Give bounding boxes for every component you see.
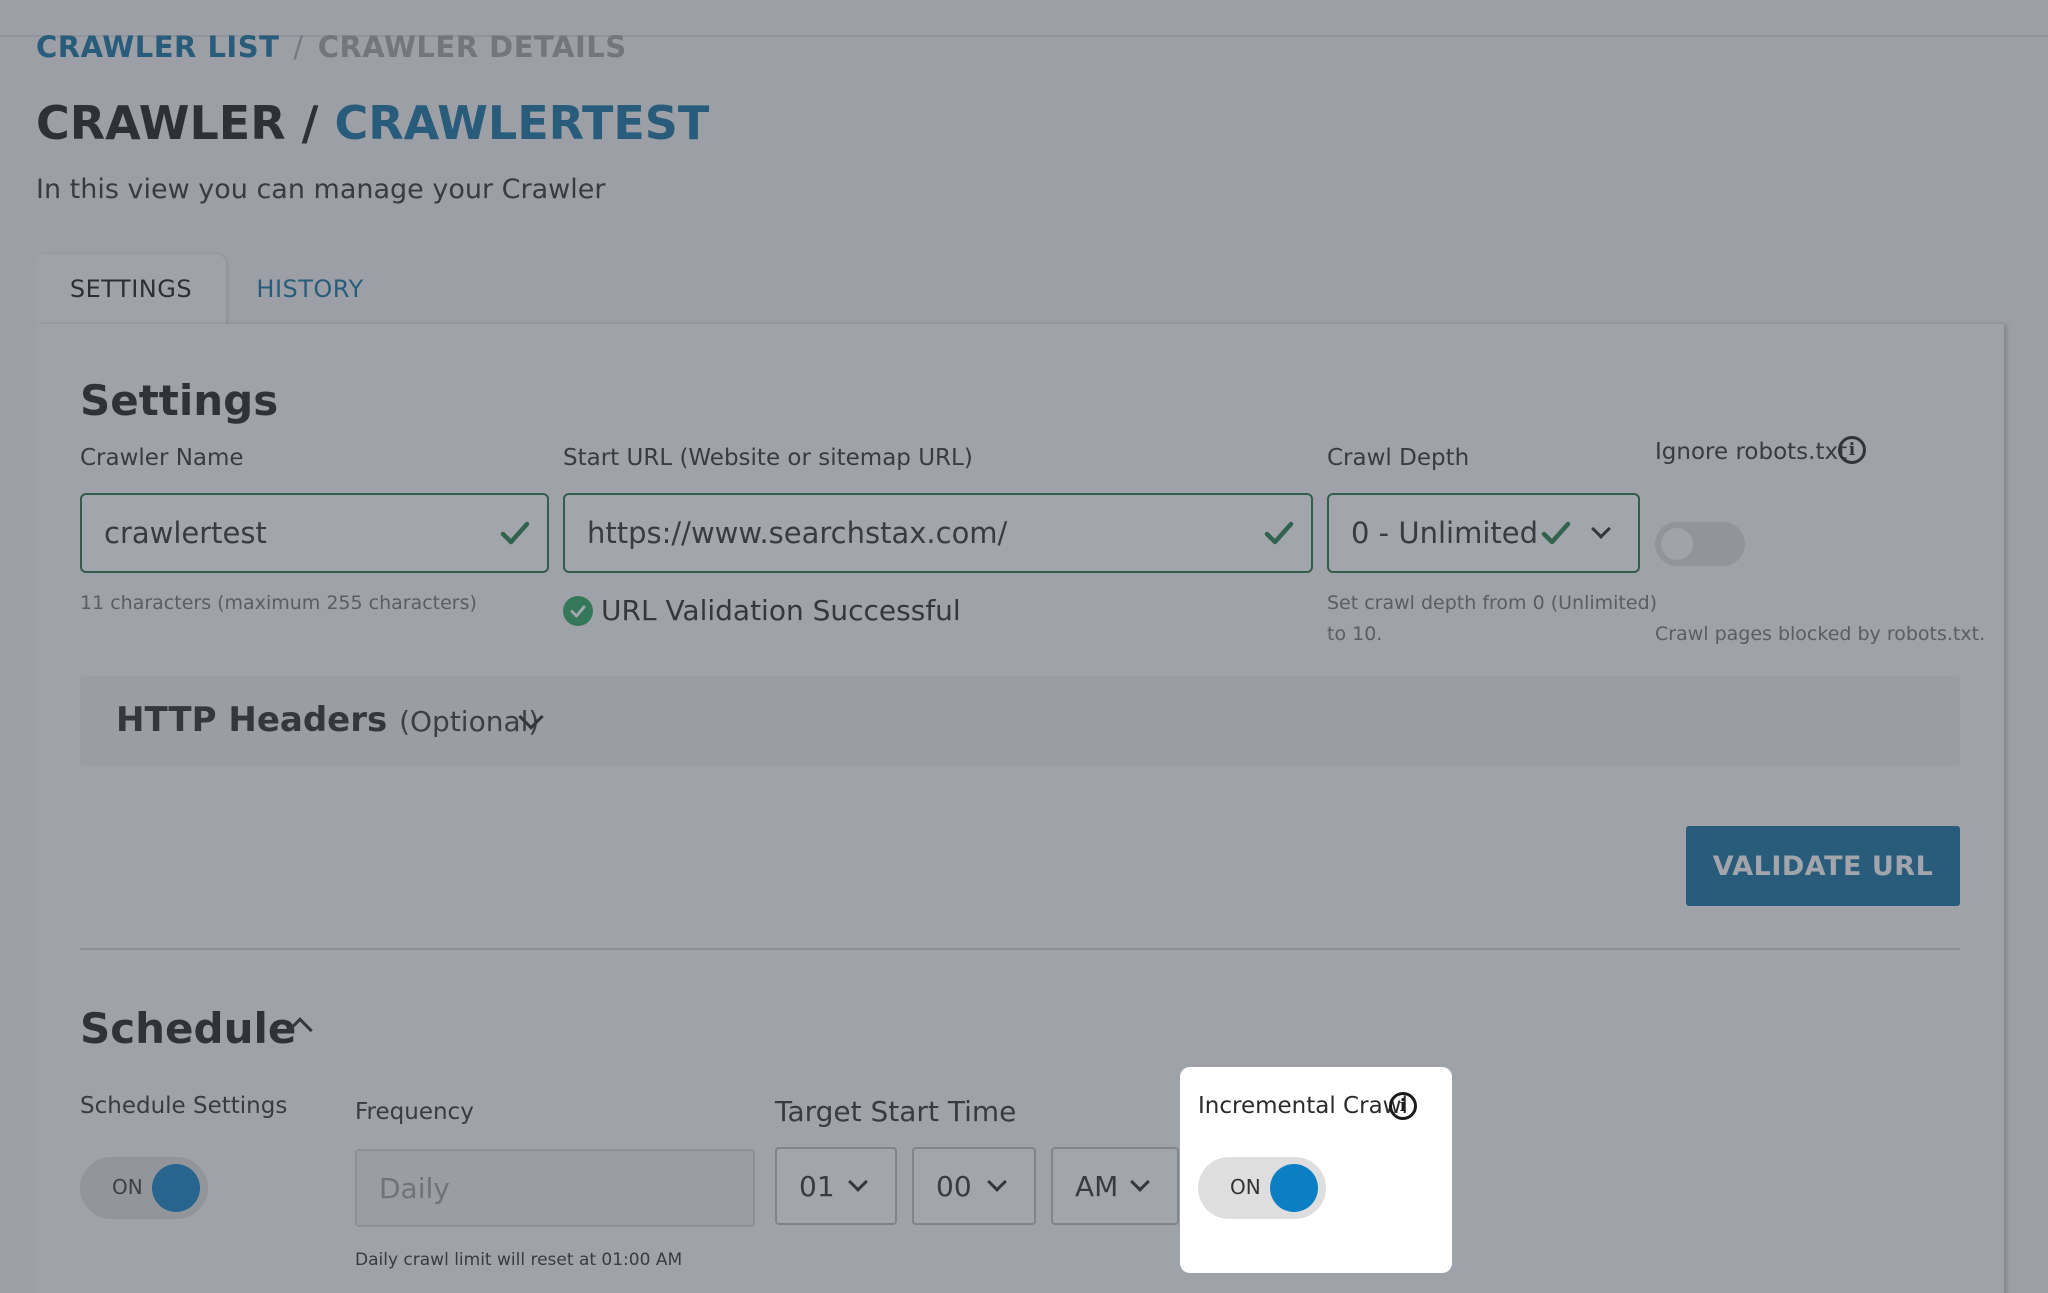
crawl-depth-select[interactable]: 0 - Unlimited	[1327, 493, 1640, 573]
crawl-depth-value: 0 - Unlimited	[1351, 516, 1538, 550]
chevron-down-icon	[1130, 1172, 1150, 1192]
http-headers-optional: (Optional)	[399, 705, 540, 738]
check-icon	[1541, 521, 1571, 545]
url-validation-text: URL Validation Successful	[601, 594, 961, 627]
start-url-input[interactable]: https://www.searchstax.com/	[563, 493, 1313, 573]
http-headers-label: HTTP Headers	[116, 700, 388, 740]
toggle-on-text: ON	[112, 1175, 143, 1199]
section-divider	[80, 948, 1960, 950]
frequency-label: Frequency	[355, 1099, 474, 1125]
crawl-depth-hint-line-1: Set crawl depth from 0 (Unlimited)	[1327, 592, 1658, 614]
http-headers-title: HTTP Headers (Optional)	[116, 700, 539, 740]
page-subtitle: In this view you can manage your Crawler	[36, 174, 606, 205]
frequency-select[interactable]: Daily	[355, 1149, 755, 1227]
ignore-robots-toggle[interactable]	[1655, 522, 1745, 566]
target-start-time-label: Target Start Time	[775, 1095, 1017, 1128]
breadcrumb: CRAWLER LIST / CRAWLER DETAILS	[36, 30, 627, 64]
tab-settings[interactable]: SETTINGS	[36, 254, 226, 324]
info-icon[interactable]: i	[1838, 436, 1866, 464]
schedule-settings-label: Schedule Settings	[80, 1093, 288, 1119]
page-title: CRAWLER / CRAWLERTEST	[36, 96, 709, 150]
crawl-depth-label: Crawl Depth	[1327, 445, 1470, 471]
incremental-crawl-spotlight: Incremental Crawl i ON	[1180, 1067, 1452, 1273]
schedule-heading: Schedule	[80, 1004, 297, 1053]
minute-value: 00	[936, 1169, 972, 1203]
frequency-hint: Daily crawl limit will reset at 01:00 AM	[355, 1250, 683, 1270]
crawl-depth-hint: Set crawl depth from 0 (Unlimited) to 10…	[1327, 588, 1657, 650]
info-icon[interactable]: i	[1389, 1092, 1417, 1120]
hour-select[interactable]: 01	[775, 1147, 897, 1225]
incremental-crawl-toggle[interactable]: ON	[1198, 1157, 1326, 1219]
minute-select[interactable]: 00	[912, 1147, 1036, 1225]
page-title-name: CRAWLERTEST	[334, 96, 710, 150]
crawl-depth-hint-line-2: to 10.	[1327, 623, 1383, 645]
ignore-robots-label: Ignore robots.txt	[1655, 439, 1848, 465]
page: CRAWLER LIST / CRAWLER DETAILS CRAWLER / C…	[0, 0, 2048, 1293]
settings-heading: Settings	[80, 376, 279, 425]
start-url-label: Start URL (Website or sitemap URL)	[563, 445, 973, 471]
toggle-knob	[152, 1164, 200, 1212]
toggle-knob	[1661, 528, 1693, 560]
chevron-down-icon	[1591, 519, 1611, 539]
breadcrumb-separator: /	[293, 30, 304, 64]
url-validation-message: URL Validation Successful	[563, 594, 961, 627]
page-title-prefix: CRAWLER /	[36, 96, 319, 150]
frequency-value: Daily	[379, 1171, 450, 1205]
chevron-down-icon	[987, 1172, 1007, 1192]
chevron-down-icon	[848, 1172, 868, 1192]
schedule-settings-toggle[interactable]: ON	[80, 1157, 208, 1219]
breadcrumb-crawler-list-link[interactable]: CRAWLER LIST	[36, 30, 279, 64]
tab-history[interactable]: HISTORY	[240, 254, 380, 324]
crawler-name-label: Crawler Name	[80, 445, 244, 471]
toggle-knob	[1270, 1164, 1318, 1212]
check-icon	[1264, 521, 1294, 545]
meridiem-select[interactable]: AM	[1051, 1147, 1179, 1225]
crawler-name-hint: 11 characters (maximum 255 characters)	[80, 592, 477, 614]
validate-url-button[interactable]: VALIDATE URL	[1686, 826, 1960, 906]
crawler-name-value: crawlertest	[104, 516, 267, 550]
breadcrumb-current: CRAWLER DETAILS	[317, 30, 627, 64]
start-url-value: https://www.searchstax.com/	[587, 516, 1008, 550]
meridiem-value: AM	[1075, 1169, 1119, 1203]
ignore-robots-hint: Crawl pages blocked by robots.txt.	[1655, 623, 1986, 645]
hour-value: 01	[799, 1169, 835, 1203]
incremental-crawl-label: Incremental Crawl	[1198, 1093, 1408, 1119]
crawler-name-input[interactable]: crawlertest	[80, 493, 549, 573]
success-check-icon	[563, 595, 593, 626]
toggle-on-text: ON	[1230, 1175, 1261, 1199]
check-icon	[500, 521, 530, 545]
